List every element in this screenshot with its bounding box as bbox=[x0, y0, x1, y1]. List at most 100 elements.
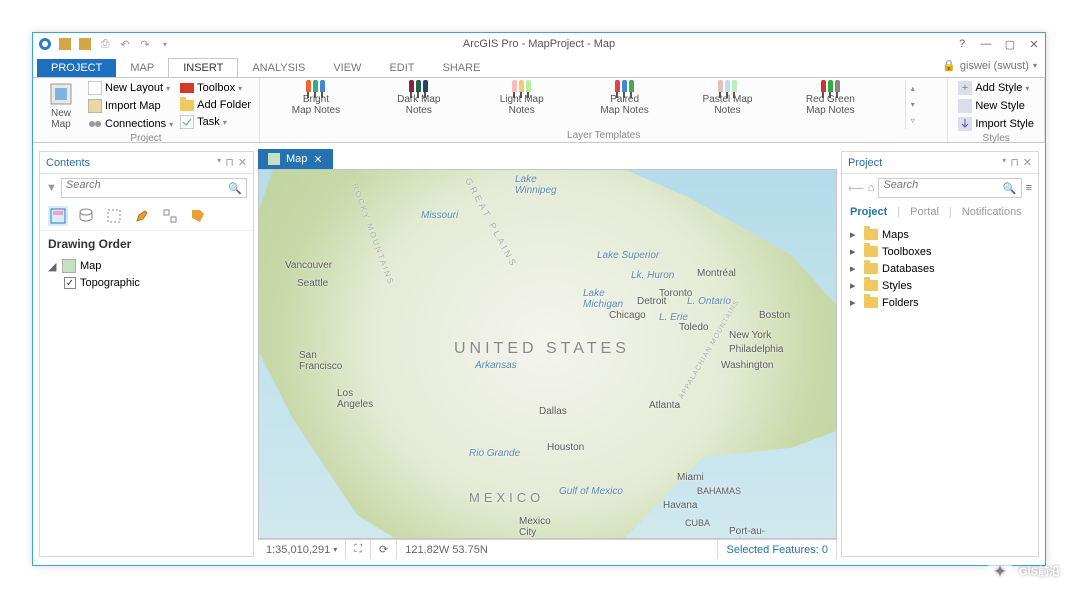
drawing-order-label: Drawing Order bbox=[48, 237, 245, 251]
lock-icon: 🔒 bbox=[942, 59, 956, 72]
status-selected: Selected Features: 0 bbox=[718, 540, 837, 559]
proj-menu-icon[interactable]: ▾ bbox=[1002, 156, 1006, 169]
map-canvas[interactable]: UNITED STATES MEXICO Vancouver Seattle S… bbox=[258, 169, 837, 539]
panel-menu-icon[interactable]: ▾ bbox=[217, 156, 221, 169]
qat-dropdown-icon[interactable]: ▾ bbox=[157, 36, 173, 52]
map-tab-icon bbox=[268, 153, 280, 165]
folder-icon bbox=[864, 229, 878, 240]
folder-icon bbox=[180, 100, 194, 111]
expander-icon[interactable]: ◢ bbox=[48, 260, 58, 273]
tab-project[interactable]: PROJECT bbox=[37, 59, 116, 77]
proj-tab-project[interactable]: Project bbox=[850, 206, 887, 218]
status-scale[interactable]: 1:35,010,291 ▾ bbox=[258, 540, 346, 559]
expander-icon[interactable]: ▸ bbox=[850, 296, 860, 309]
app-icon[interactable] bbox=[37, 36, 53, 52]
tab-view[interactable]: VIEW bbox=[319, 59, 375, 77]
qat-print-icon[interactable]: ⎙ bbox=[97, 36, 113, 52]
wechat-icon: ✦ bbox=[987, 558, 1013, 584]
pastel-notes-button[interactable]: Pastel Map Notes bbox=[699, 80, 755, 129]
map-view-tab[interactable]: Map ✕ bbox=[258, 149, 333, 169]
user-dropdown-icon[interactable]: ▾ bbox=[1033, 61, 1037, 70]
layer-checkbox[interactable]: ✓ bbox=[64, 277, 76, 289]
qat-open-icon[interactable] bbox=[77, 36, 93, 52]
folder-icon bbox=[864, 263, 878, 274]
list-by-selection-icon[interactable] bbox=[104, 206, 124, 226]
folder-icon bbox=[864, 280, 878, 291]
project-search-input[interactable] bbox=[883, 179, 1000, 191]
tree-map-item[interactable]: ◢ Map bbox=[48, 257, 245, 275]
list-by-editing-icon[interactable] bbox=[132, 206, 152, 226]
proj-close-icon[interactable]: ✕ bbox=[1023, 156, 1032, 169]
task-button[interactable]: Task▾ bbox=[178, 114, 253, 130]
search-icon[interactable]: 🔍 bbox=[228, 182, 242, 195]
new-map-button[interactable]: New Map bbox=[39, 80, 83, 132]
add-style-button[interactable]: +Add Style▾ bbox=[954, 80, 1038, 96]
status-tool2-icon[interactable]: ⟳ bbox=[371, 540, 397, 559]
qat-redo-icon[interactable]: ↷ bbox=[137, 36, 153, 52]
watermark: ✦ GIS前沿 bbox=[987, 558, 1060, 584]
gallery-more-icon[interactable]: ▿ bbox=[906, 116, 919, 125]
new-layout-button[interactable]: New Layout▾ bbox=[86, 80, 175, 96]
panel-close-icon[interactable]: ✕ bbox=[238, 156, 247, 169]
expander-icon[interactable]: ▸ bbox=[850, 228, 860, 241]
proj-item-maps[interactable]: ▸Maps bbox=[850, 226, 1030, 243]
maximize-icon[interactable]: ▢ bbox=[1003, 37, 1017, 51]
proj-tab-portal[interactable]: Portal bbox=[910, 206, 939, 218]
redgreen-notes-button[interactable]: Red Green Map Notes bbox=[802, 80, 858, 129]
proj-item-databases[interactable]: ▸Databases bbox=[850, 260, 1030, 277]
tab-analysis[interactable]: ANALYSIS bbox=[238, 59, 319, 77]
gallery-up-icon[interactable]: ▴ bbox=[906, 84, 919, 93]
list-by-drawing-icon[interactable] bbox=[48, 206, 68, 226]
expander-icon[interactable]: ▸ bbox=[850, 262, 860, 275]
home-icon[interactable]: ⌂ bbox=[868, 182, 875, 194]
filter-icon[interactable]: ▼ bbox=[46, 182, 57, 194]
contents-search-input[interactable] bbox=[66, 179, 226, 191]
help-icon[interactable]: ? bbox=[955, 37, 969, 51]
folder-icon bbox=[864, 246, 878, 257]
back-icon[interactable]: ⟵ bbox=[848, 182, 864, 195]
search-icon[interactable]: 🔍 bbox=[1003, 182, 1017, 195]
project-title: Project bbox=[848, 157, 882, 169]
status-tool1-icon[interactable]: ⛶ bbox=[346, 540, 371, 559]
qat-save-icon[interactable] bbox=[57, 36, 73, 52]
tab-share[interactable]: SHARE bbox=[429, 59, 495, 77]
qat-undo-icon[interactable]: ↶ bbox=[117, 36, 133, 52]
add-folder-button[interactable]: Add Folder bbox=[178, 98, 253, 112]
minimize-icon[interactable]: — bbox=[979, 37, 993, 51]
group-project-label: Project bbox=[39, 132, 253, 145]
proj-item-styles[interactable]: ▸Styles bbox=[850, 277, 1030, 294]
paired-notes-button[interactable]: Paired Map Notes bbox=[597, 80, 653, 129]
new-style-button[interactable]: New Style bbox=[954, 98, 1038, 114]
status-coords: 121.82W 53.75N bbox=[397, 540, 718, 559]
import-map-button[interactable]: Import Map bbox=[86, 98, 175, 114]
list-by-snapping-icon[interactable] bbox=[160, 206, 180, 226]
tab-edit[interactable]: EDIT bbox=[375, 59, 428, 77]
tab-map[interactable]: MAP bbox=[116, 59, 168, 77]
import-style-button[interactable]: Import Style bbox=[954, 116, 1038, 132]
proj-tab-notifications[interactable]: Notifications bbox=[962, 206, 1022, 218]
gallery-down-icon[interactable]: ▾ bbox=[906, 100, 919, 109]
light-notes-button[interactable]: Light Map Notes bbox=[494, 80, 550, 129]
user-label[interactable]: giswei (swust) bbox=[960, 60, 1029, 72]
proj-options-icon[interactable]: ≡ bbox=[1026, 182, 1032, 194]
list-by-labeling-icon[interactable] bbox=[188, 206, 208, 226]
proj-pin-icon[interactable]: ⊓ bbox=[1010, 156, 1019, 169]
proj-item-toolboxes[interactable]: ▸Toolboxes bbox=[850, 243, 1030, 260]
list-by-source-icon[interactable] bbox=[76, 206, 96, 226]
toolbox-button[interactable]: Toolbox▾ bbox=[178, 80, 253, 96]
dark-notes-button[interactable]: Dark Map Notes bbox=[391, 80, 447, 129]
tree-topo-item[interactable]: ✓ Topographic bbox=[64, 275, 245, 291]
panel-pin-icon[interactable]: ⊓ bbox=[225, 156, 234, 169]
group-templates-label: Layer Templates bbox=[266, 129, 941, 142]
connections-button[interactable]: Connections▾ bbox=[86, 116, 175, 132]
map-tab-close-icon[interactable]: ✕ bbox=[313, 153, 322, 166]
map-icon bbox=[62, 259, 76, 273]
expander-icon[interactable]: ▸ bbox=[850, 279, 860, 292]
svg-text:+: + bbox=[962, 82, 968, 94]
tab-insert[interactable]: INSERT bbox=[168, 58, 238, 77]
window-title: ArcGIS Pro - MapProject - Map bbox=[463, 38, 615, 50]
close-icon[interactable]: ✕ bbox=[1027, 37, 1041, 51]
bright-notes-button[interactable]: Bright Map Notes bbox=[288, 80, 344, 129]
expander-icon[interactable]: ▸ bbox=[850, 245, 860, 258]
proj-item-folders[interactable]: ▸Folders bbox=[850, 294, 1030, 311]
